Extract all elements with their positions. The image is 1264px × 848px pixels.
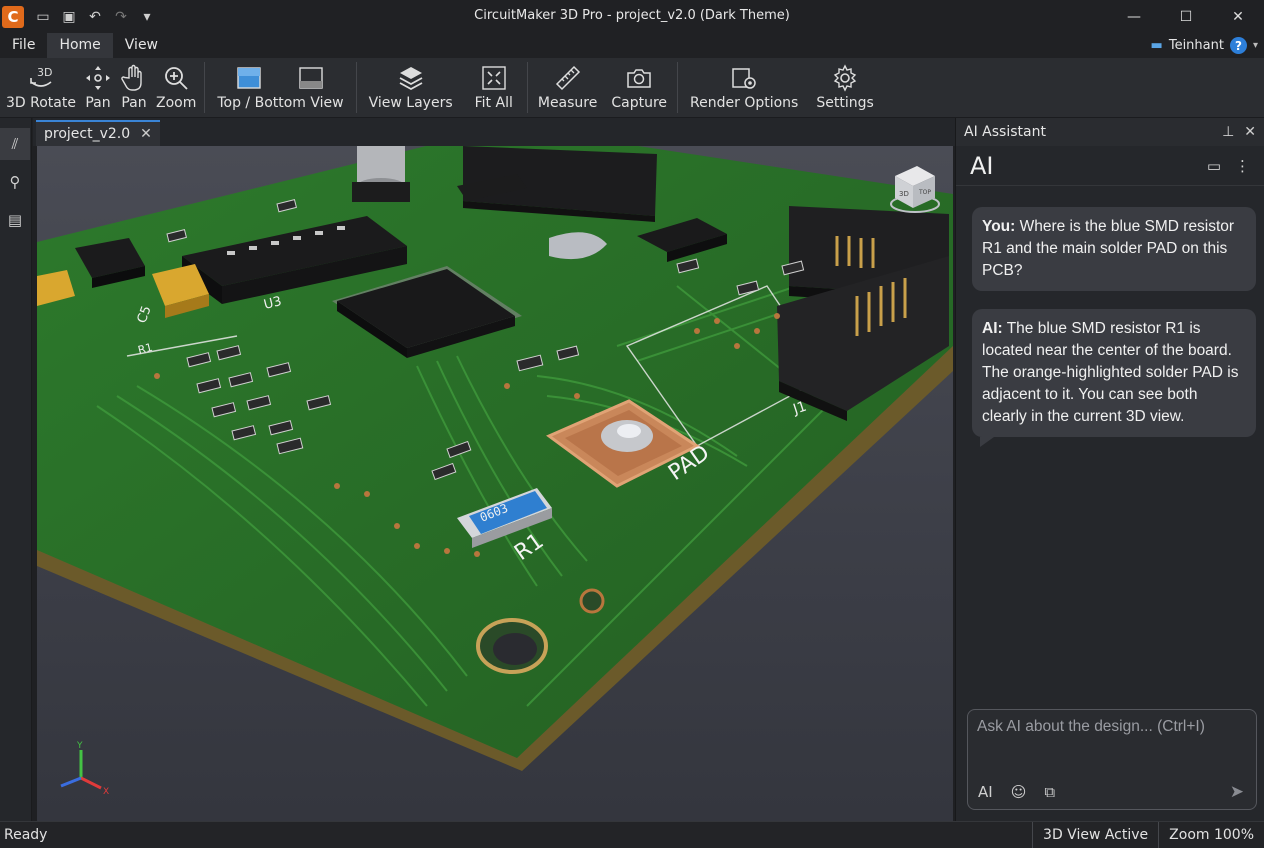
pcb-traces-icon[interactable]: ⫽ — [0, 128, 30, 160]
new-chat-icon[interactable]: ▭ — [1207, 157, 1221, 175]
undo-icon[interactable]: ↶ — [84, 9, 106, 25]
svg-text:TOP: TOP — [918, 189, 931, 196]
capture-button[interactable]: Capture — [601, 58, 673, 117]
pin-icon[interactable]: ⊥ — [1222, 124, 1234, 140]
move-arrows-icon — [85, 66, 110, 90]
zoom-status: Zoom 100% — [1158, 821, 1264, 848]
redo-icon[interactable]: ↷ — [110, 9, 132, 25]
tool-label: Pan — [121, 95, 147, 111]
attach-icon[interactable]: ⧉ — [1044, 783, 1055, 801]
svg-text:Y: Y — [76, 741, 83, 751]
ai-assistant-panel: AI Assistant ⊥ ✕ AI ▭ ⋮ You: Where is th… — [955, 118, 1264, 821]
render-options-button[interactable]: Render Options — [682, 58, 806, 117]
assistant-header: AI ▭ ⋮ — [956, 146, 1264, 186]
components-panel-icon[interactable]: ▤ — [0, 204, 30, 236]
help-dropdown-icon[interactable]: ▾ — [1253, 40, 1258, 51]
chat-input[interactable] — [977, 718, 1247, 758]
chat-input-box: AI ☺ ⧉ ➤ — [967, 709, 1257, 810]
tab-project[interactable]: project_v2.0 ✕ — [36, 120, 160, 146]
app-window: C ▭ ▣ ↶ ↷ ▾ CircuitMaker 3D Pro - projec… — [0, 0, 1264, 848]
layers-icon — [399, 67, 423, 91]
svg-text:3D: 3D — [899, 190, 909, 198]
pan-move-button[interactable]: Pan — [80, 58, 116, 117]
help-icon[interactable]: ? — [1229, 37, 1247, 54]
ribbon-toolbar: 3D 3D Rotate Pan Pan Zoom Top / Bottom V… — [0, 58, 1264, 118]
status-text: Ready — [4, 827, 48, 843]
render-options-icon — [732, 68, 756, 89]
minimize-button[interactable]: — — [1108, 0, 1160, 33]
panel-title: AI Assistant — [964, 124, 1046, 140]
tool-label: Capture — [611, 95, 668, 111]
tool-label: 3D Rotate — [6, 95, 76, 111]
save-icon[interactable]: ▣ — [58, 9, 80, 25]
top-bottom-view-button[interactable]: Top / Bottom View — [209, 58, 351, 117]
pan-hand-button[interactable]: Pan — [116, 58, 152, 117]
menu-view[interactable]: View — [113, 33, 170, 58]
tool-label: Render Options — [690, 95, 799, 111]
more-options-icon[interactable]: ⋮ — [1235, 157, 1250, 175]
panel-header: AI Assistant ⊥ ✕ — [956, 118, 1264, 146]
view-layers-button[interactable]: View Layers — [361, 58, 461, 117]
top-bottom-view-icon — [235, 64, 325, 95]
electrolytic-capacitor — [352, 146, 410, 202]
menu-bar: File Home View ▬ Teinhant ? ▾ — [0, 33, 1264, 58]
close-tab-icon[interactable]: ✕ — [140, 126, 152, 142]
camera-icon — [627, 69, 651, 88]
measure-button[interactable]: Measure — [532, 58, 602, 117]
tool-label: Fit All — [474, 95, 513, 111]
quick-access-toolbar: ▭ ▣ ↶ ↷ ▾ — [32, 9, 158, 25]
window-title: CircuitMaker 3D Pro - project_v2.0 (Dark… — [474, 8, 790, 23]
message-author: AI: — [982, 320, 1003, 337]
ruler-icon — [555, 65, 580, 91]
ai-mode-button[interactable]: AI — [978, 783, 993, 801]
menu-home[interactable]: Home — [47, 33, 113, 58]
close-button[interactable]: ✕ — [1212, 0, 1264, 33]
tool-label: Zoom — [155, 95, 197, 111]
tab-label: project_v2.0 — [44, 126, 131, 142]
close-panel-icon[interactable]: ✕ — [1244, 124, 1256, 140]
svg-text:3D: 3D — [37, 66, 52, 79]
document-tab-bar: project_v2.0 ✕ — [33, 118, 955, 146]
zoom-icon — [165, 67, 188, 90]
tool-label: Top / Bottom View — [217, 95, 344, 111]
view-mode-status: 3D View Active — [1032, 821, 1158, 848]
ai-message: AI: The blue SMD resistor R1 is located … — [972, 309, 1256, 447]
tool-label: Measure — [537, 95, 598, 111]
zoom-button[interactable]: Zoom — [152, 58, 200, 117]
customize-toolbar-icon[interactable]: ▾ — [136, 9, 158, 25]
app-logo-icon: C — [2, 5, 24, 28]
assistant-title: AI — [970, 151, 994, 180]
feedback-icon[interactable]: ▬ — [1151, 38, 1163, 53]
menu-file[interactable]: File — [0, 33, 47, 58]
open-folder-icon[interactable]: ▭ — [32, 9, 54, 25]
fit-all-icon — [482, 66, 506, 90]
tool-label: Pan — [85, 95, 111, 111]
emoji-icon[interactable]: ☺ — [1011, 783, 1027, 801]
message-author: You: — [982, 218, 1016, 235]
gear-icon — [833, 64, 857, 92]
status-bar: Ready 3D View Active Zoom 100% — [0, 821, 1264, 848]
hand-icon — [121, 64, 142, 91]
title-bar: C ▭ ▣ ↶ ↷ ▾ CircuitMaker 3D Pro - projec… — [0, 0, 1264, 33]
tool-label: Settings — [816, 95, 874, 111]
user-name[interactable]: Teinhant — [1169, 38, 1224, 53]
axis-triad: Y X — [60, 741, 109, 797]
settings-button[interactable]: Settings — [806, 58, 877, 117]
fit-all-button[interactable]: Fit All — [461, 58, 523, 117]
route-tool-icon[interactable]: ⚲ — [0, 166, 30, 198]
pcb-3d-scene[interactable]: J1 U3 C5 R1 PAD 0603 R1 3D TOP Y X — [37, 146, 953, 821]
user-message: You: Where is the blue SMD resistor R1 a… — [972, 207, 1256, 291]
message-text: Where is the blue SMD resistor R1 and th… — [982, 218, 1235, 279]
send-icon[interactable]: ➤ — [1230, 782, 1244, 802]
3d-rotate-icon: 3D — [30, 66, 52, 87]
tool-label: View Layers — [368, 95, 453, 111]
message-text: The blue SMD resistor R1 is located near… — [982, 320, 1239, 425]
test-via — [579, 588, 605, 614]
maximize-button[interactable]: ☐ — [1160, 0, 1212, 33]
left-tool-strip: ⫽ ⚲ ▤ — [0, 118, 32, 821]
3d-viewport[interactable]: J1 U3 C5 R1 PAD 0603 R1 3D TOP Y X — [37, 146, 953, 821]
svg-text:X: X — [103, 787, 109, 797]
3d-rotate-button[interactable]: 3D 3D Rotate — [0, 58, 80, 117]
